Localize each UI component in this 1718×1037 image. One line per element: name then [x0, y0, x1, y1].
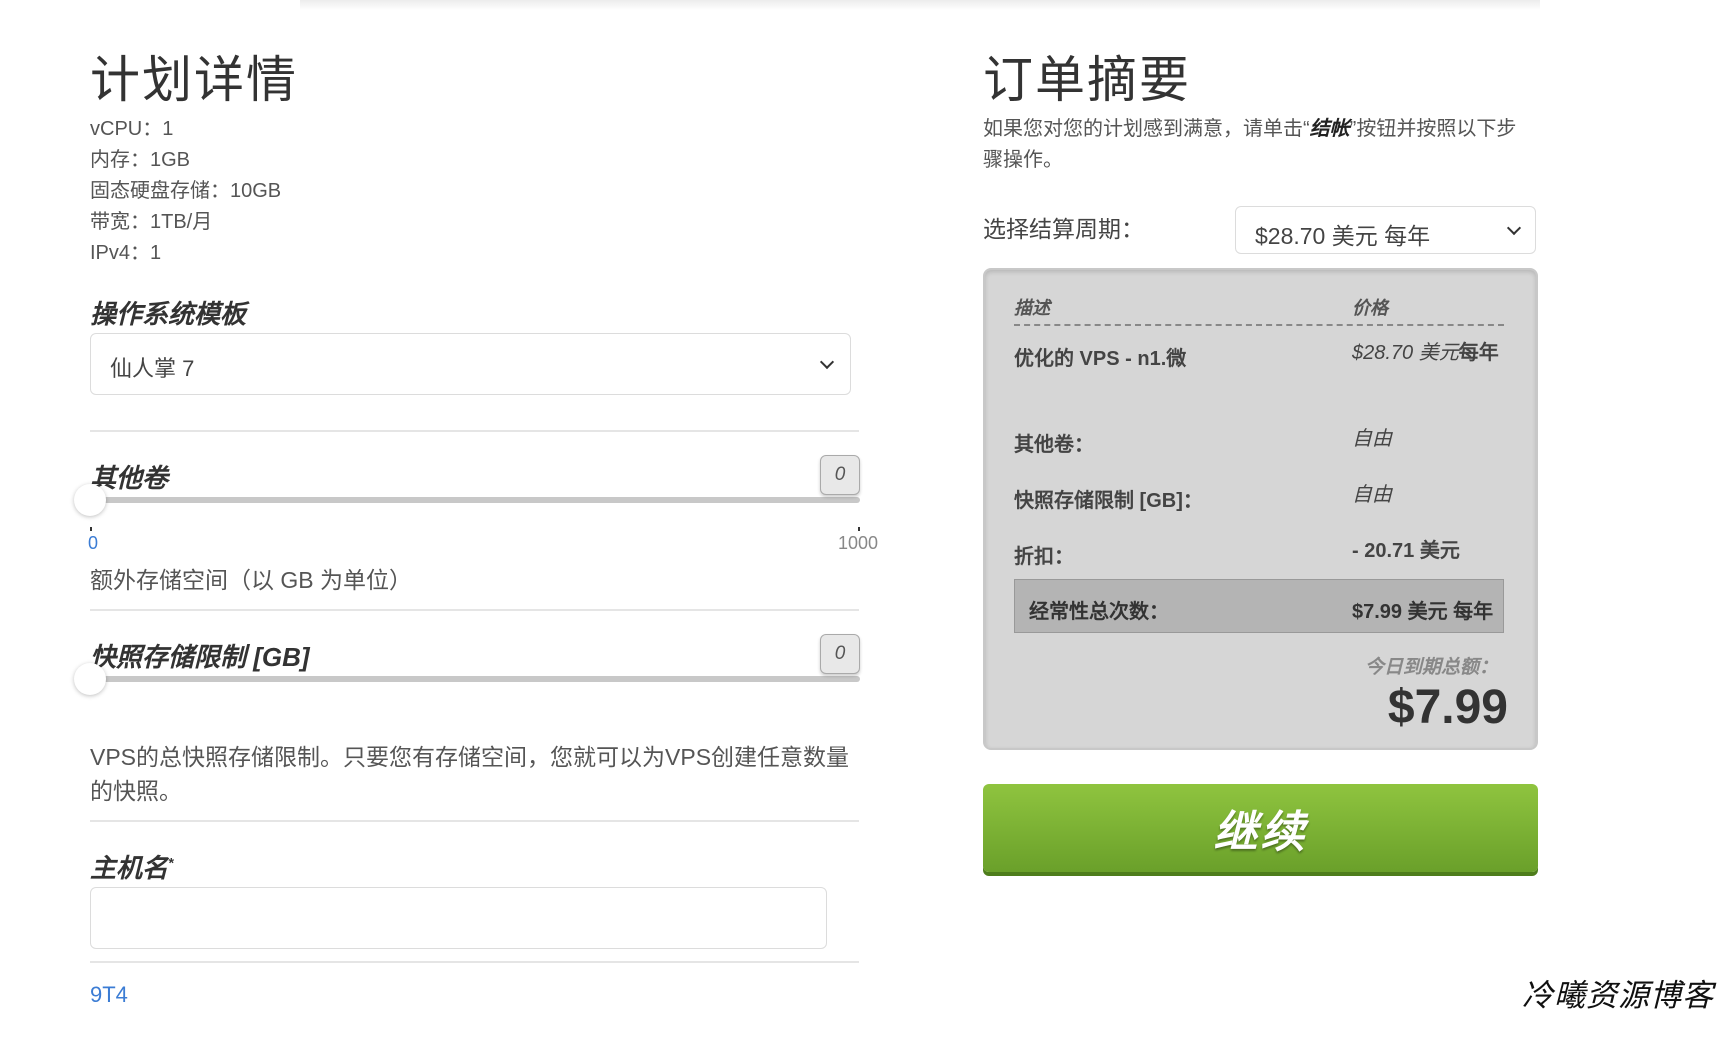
hostname-label-text: 主机名 — [90, 853, 169, 883]
slider-track[interactable] — [90, 676, 860, 682]
order-summary-title: 订单摘要 — [983, 52, 1191, 108]
spec-vcpu: vCPU：1 — [90, 118, 174, 140]
billing-cycle-value: $28.70 美元 每年 — [1255, 223, 1431, 249]
snapshot-limit-slider[interactable]: 0 — [74, 634, 860, 695]
extra-volume-description: 额外存储空间（以 GB 为单位） — [90, 567, 413, 593]
product-price: $28.70 美元每年 — [1352, 337, 1502, 369]
divider — [90, 609, 859, 611]
spec-ipv4: IPv4：1 — [90, 242, 162, 264]
snapshot-row-label: 快照存储限制 [GB]： — [1014, 490, 1203, 512]
hostname-link[interactable]: 9T4 — [90, 982, 128, 1008]
top-shadow — [300, 0, 1540, 10]
plan-details-title: 计划详情 — [90, 52, 298, 108]
extra-volume-row-value: 自由 — [1352, 428, 1392, 450]
discount-label: 折扣： — [1014, 546, 1074, 568]
product-price-period: 每年 — [1458, 342, 1499, 364]
spec-ssd: 固态硬盘存储：10GB — [90, 180, 282, 202]
divider — [90, 820, 859, 822]
watermark: 冷曦资源博客 — [1522, 978, 1714, 1014]
continue-button[interactable]: 继续 — [983, 784, 1538, 872]
os-template-label: 操作系统模板 — [90, 299, 247, 329]
divider — [90, 961, 859, 963]
os-template-value: 仙人掌 7 — [110, 356, 195, 381]
slider-min-label: 0 — [88, 533, 99, 553]
chevron-down-icon — [1506, 220, 1522, 236]
os-template-select[interactable]: 仙人掌 7 — [90, 333, 851, 395]
spec-bandwidth: 带宽：1TB/月 — [90, 211, 213, 233]
slider-max-label: 1000 — [838, 533, 879, 553]
slider-tick — [858, 527, 860, 531]
extra-volume-row-label: 其他卷： — [1014, 434, 1094, 456]
spec-memory: 内存：1GB — [90, 149, 191, 171]
header-divider — [1014, 324, 1504, 326]
intro-text: 如果您对您的计划感到满意，请单击“ — [983, 118, 1310, 140]
extra-volume-value[interactable]: 0 — [820, 455, 860, 495]
required-mark: * — [168, 854, 174, 871]
recurring-total-label: 经常性总次数： — [1029, 601, 1169, 623]
recurring-total-row: 经常性总次数： $7.99 美元 每年 — [1014, 579, 1504, 633]
slider-track[interactable] — [90, 497, 860, 503]
extra-volume-slider[interactable]: 0 — [74, 455, 860, 516]
slider-handle[interactable] — [74, 663, 106, 695]
due-today-total: $7.99 — [1387, 681, 1508, 734]
divider — [90, 430, 859, 432]
header-price: 价格 — [1352, 298, 1388, 318]
hostname-label: 主机名* — [90, 848, 173, 885]
plan-specs: vCPU：1 内存：1GB 固态硬盘存储：10GB 带宽：1TB/月 IPv4：… — [90, 114, 281, 269]
checkout-emphasis: 结帐 — [1309, 118, 1350, 140]
order-summary-intro: 如果您对您的计划感到满意，请单击“结帐”按钮并按照以下步骤操作。 — [983, 114, 1523, 176]
snapshot-limit-description: VPS的总快照存储限制。只要您有存储空间，您就可以为VPS创建任意数量的快照。 — [90, 744, 850, 804]
slider-handle[interactable] — [74, 484, 106, 516]
billing-cycle-label: 选择结算周期： — [983, 216, 1144, 242]
recurring-total-value: $7.99 美元 每年 — [1352, 601, 1494, 623]
chevron-down-icon — [819, 354, 835, 370]
product-price-amount: $28.70 美元 — [1352, 342, 1459, 364]
discount-value: - 20.71 美元 — [1352, 540, 1460, 562]
due-today-label: 今日到期总额： — [1364, 657, 1498, 678]
snapshot-limit-value[interactable]: 0 — [820, 634, 860, 674]
snapshot-row-value: 自由 — [1352, 484, 1392, 506]
hostname-input[interactable] — [90, 887, 827, 949]
billing-cycle-select[interactable]: $28.70 美元 每年 — [1235, 206, 1536, 254]
order-summary-panel: 描述 价格 优化的 VPS - n1.微 $28.70 美元每年 其他卷： 自由… — [983, 268, 1538, 750]
header-description: 描述 — [1014, 298, 1050, 318]
product-name: 优化的 VPS - n1.微 — [1014, 348, 1187, 370]
slider-tick — [90, 527, 92, 531]
